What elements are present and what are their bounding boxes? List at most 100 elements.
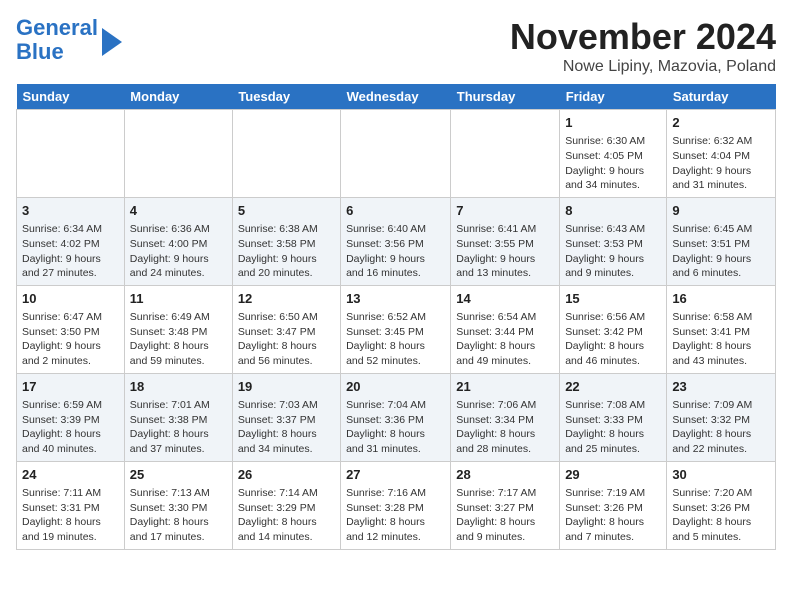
calendar-cell: 23 Sunrise: 7:09 AM Sunset: 3:32 PM Dayli… <box>667 373 776 461</box>
weekday-header-sunday: Sunday <box>17 84 125 110</box>
day-info: Sunrise: 7:14 AM Sunset: 3:29 PM Dayligh… <box>238 486 335 545</box>
day-info: Sunrise: 6:32 AM Sunset: 4:04 PM Dayligh… <box>672 134 770 193</box>
day-info: Sunrise: 6:59 AM Sunset: 3:39 PM Dayligh… <box>22 398 119 457</box>
calendar-table: SundayMondayTuesdayWednesdayThursdayFrid… <box>16 84 776 550</box>
day-number: 1 <box>565 114 661 132</box>
calendar-cell: 12Sunrise: 6:50 AM Sunset: 3:47 PM Dayli… <box>232 285 340 373</box>
calendar-cell: 21 Sunrise: 7:06 AM Sunset: 3:34 PM Dayli… <box>451 373 560 461</box>
day-info: Sunrise: 6:41 AM Sunset: 3:55 PM Dayligh… <box>456 222 554 281</box>
calendar-cell: 22Sunrise: 7:08 AM Sunset: 3:33 PM Dayli… <box>560 373 667 461</box>
day-number: 12 <box>238 290 335 308</box>
month-title: November 2024 <box>510 16 776 58</box>
day-number: 24 <box>22 466 119 484</box>
day-number: 16 <box>672 290 770 308</box>
logo-arrow-icon <box>102 28 122 56</box>
calendar-cell: 26 Sunrise: 7:14 AM Sunset: 3:29 PM Dayli… <box>232 461 340 549</box>
day-number: 18 <box>130 378 227 396</box>
week-row-1: 1Sunrise: 6:30 AM Sunset: 4:05 PM Daylig… <box>17 110 776 198</box>
day-info: Sunrise: 6:45 AM Sunset: 3:51 PM Dayligh… <box>672 222 770 281</box>
calendar-cell: 9 Sunrise: 6:45 AM Sunset: 3:51 PM Daylig… <box>667 197 776 285</box>
day-number: 9 <box>672 202 770 220</box>
day-number: 27 <box>346 466 445 484</box>
calendar-cell: 13Sunrise: 6:52 AM Sunset: 3:45 PM Dayli… <box>341 285 451 373</box>
calendar-cell: 11Sunrise: 6:49 AM Sunset: 3:48 PM Dayli… <box>124 285 232 373</box>
logo-blue: Blue <box>16 40 98 64</box>
day-number: 20 <box>346 378 445 396</box>
day-info: Sunrise: 7:17 AM Sunset: 3:27 PM Dayligh… <box>456 486 554 545</box>
calendar-cell: 16 Sunrise: 6:58 AM Sunset: 3:41 PM Dayli… <box>667 285 776 373</box>
weekday-header-thursday: Thursday <box>451 84 560 110</box>
weekday-header-monday: Monday <box>124 84 232 110</box>
day-info: Sunrise: 6:40 AM Sunset: 3:56 PM Dayligh… <box>346 222 445 281</box>
day-number: 26 <box>238 466 335 484</box>
day-number: 6 <box>346 202 445 220</box>
day-number: 7 <box>456 202 554 220</box>
weekday-header-saturday: Saturday <box>667 84 776 110</box>
day-info: Sunrise: 7:19 AM Sunset: 3:26 PM Dayligh… <box>565 486 661 545</box>
day-number: 28 <box>456 466 554 484</box>
week-row-4: 17 Sunrise: 6:59 AM Sunset: 3:39 PM Dayli… <box>17 373 776 461</box>
calendar-cell: 20 Sunrise: 7:04 AM Sunset: 3:36 PM Dayli… <box>341 373 451 461</box>
calendar-cell: 25Sunrise: 7:13 AM Sunset: 3:30 PM Dayli… <box>124 461 232 549</box>
calendar-cell: 2 Sunrise: 6:32 AM Sunset: 4:04 PM Daylig… <box>667 110 776 198</box>
calendar-cell: 27Sunrise: 7:16 AM Sunset: 3:28 PM Dayli… <box>341 461 451 549</box>
logo: General Blue <box>16 16 122 64</box>
weekday-header-row: SundayMondayTuesdayWednesdayThursdayFrid… <box>17 84 776 110</box>
calendar-cell: 5 Sunrise: 6:38 AM Sunset: 3:58 PM Daylig… <box>232 197 340 285</box>
day-number: 22 <box>565 378 661 396</box>
day-info: Sunrise: 7:06 AM Sunset: 3:34 PM Dayligh… <box>456 398 554 457</box>
weekday-header-wednesday: Wednesday <box>341 84 451 110</box>
day-number: 17 <box>22 378 119 396</box>
calendar-cell: 6 Sunrise: 6:40 AM Sunset: 3:56 PM Daylig… <box>341 197 451 285</box>
day-info: Sunrise: 7:03 AM Sunset: 3:37 PM Dayligh… <box>238 398 335 457</box>
calendar-cell: 10 Sunrise: 6:47 AM Sunset: 3:50 PM Dayli… <box>17 285 125 373</box>
weekday-header-tuesday: Tuesday <box>232 84 340 110</box>
calendar-cell: 17 Sunrise: 6:59 AM Sunset: 3:39 PM Dayli… <box>17 373 125 461</box>
week-row-2: 3Sunrise: 6:34 AM Sunset: 4:02 PM Daylig… <box>17 197 776 285</box>
day-number: 19 <box>238 378 335 396</box>
day-info: Sunrise: 6:52 AM Sunset: 3:45 PM Dayligh… <box>346 310 445 369</box>
day-number: 23 <box>672 378 770 396</box>
logo-general: General <box>16 15 98 40</box>
day-info: Sunrise: 7:09 AM Sunset: 3:32 PM Dayligh… <box>672 398 770 457</box>
calendar-cell: 24 Sunrise: 7:11 AM Sunset: 3:31 PM Dayli… <box>17 461 125 549</box>
calendar-cell <box>232 110 340 198</box>
calendar-cell: 7 Sunrise: 6:41 AM Sunset: 3:55 PM Daylig… <box>451 197 560 285</box>
day-info: Sunrise: 6:58 AM Sunset: 3:41 PM Dayligh… <box>672 310 770 369</box>
day-info: Sunrise: 7:11 AM Sunset: 3:31 PM Dayligh… <box>22 486 119 545</box>
day-info: Sunrise: 7:04 AM Sunset: 3:36 PM Dayligh… <box>346 398 445 457</box>
calendar-cell: 3Sunrise: 6:34 AM Sunset: 4:02 PM Daylig… <box>17 197 125 285</box>
weekday-header-friday: Friday <box>560 84 667 110</box>
day-number: 10 <box>22 290 119 308</box>
day-info: Sunrise: 6:54 AM Sunset: 3:44 PM Dayligh… <box>456 310 554 369</box>
day-number: 5 <box>238 202 335 220</box>
day-info: Sunrise: 6:43 AM Sunset: 3:53 PM Dayligh… <box>565 222 661 281</box>
day-number: 11 <box>130 290 227 308</box>
calendar-cell <box>451 110 560 198</box>
day-number: 21 <box>456 378 554 396</box>
day-number: 2 <box>672 114 770 132</box>
calendar-cell: 18Sunrise: 7:01 AM Sunset: 3:38 PM Dayli… <box>124 373 232 461</box>
day-info: Sunrise: 7:20 AM Sunset: 3:26 PM Dayligh… <box>672 486 770 545</box>
day-number: 30 <box>672 466 770 484</box>
calendar-cell <box>341 110 451 198</box>
day-info: Sunrise: 6:56 AM Sunset: 3:42 PM Dayligh… <box>565 310 661 369</box>
calendar-cell: 15 Sunrise: 6:56 AM Sunset: 3:42 PM Dayli… <box>560 285 667 373</box>
day-info: Sunrise: 6:38 AM Sunset: 3:58 PM Dayligh… <box>238 222 335 281</box>
calendar-cell: 29Sunrise: 7:19 AM Sunset: 3:26 PM Dayli… <box>560 461 667 549</box>
calendar-cell <box>124 110 232 198</box>
week-row-5: 24 Sunrise: 7:11 AM Sunset: 3:31 PM Dayli… <box>17 461 776 549</box>
header: General Blue November 2024 Nowe Lipiny, … <box>16 16 776 76</box>
title-section: November 2024 Nowe Lipiny, Mazovia, Pola… <box>510 16 776 76</box>
day-info: Sunrise: 6:47 AM Sunset: 3:50 PM Dayligh… <box>22 310 119 369</box>
calendar-cell: 19 Sunrise: 7:03 AM Sunset: 3:37 PM Dayli… <box>232 373 340 461</box>
day-number: 3 <box>22 202 119 220</box>
day-info: Sunrise: 6:36 AM Sunset: 4:00 PM Dayligh… <box>130 222 227 281</box>
location: Nowe Lipiny, Mazovia, Poland <box>510 58 776 76</box>
calendar-cell: 30 Sunrise: 7:20 AM Sunset: 3:26 PM Dayli… <box>667 461 776 549</box>
calendar-cell: 4Sunrise: 6:36 AM Sunset: 4:00 PM Daylig… <box>124 197 232 285</box>
day-number: 15 <box>565 290 661 308</box>
calendar-cell <box>17 110 125 198</box>
day-number: 25 <box>130 466 227 484</box>
day-number: 14 <box>456 290 554 308</box>
